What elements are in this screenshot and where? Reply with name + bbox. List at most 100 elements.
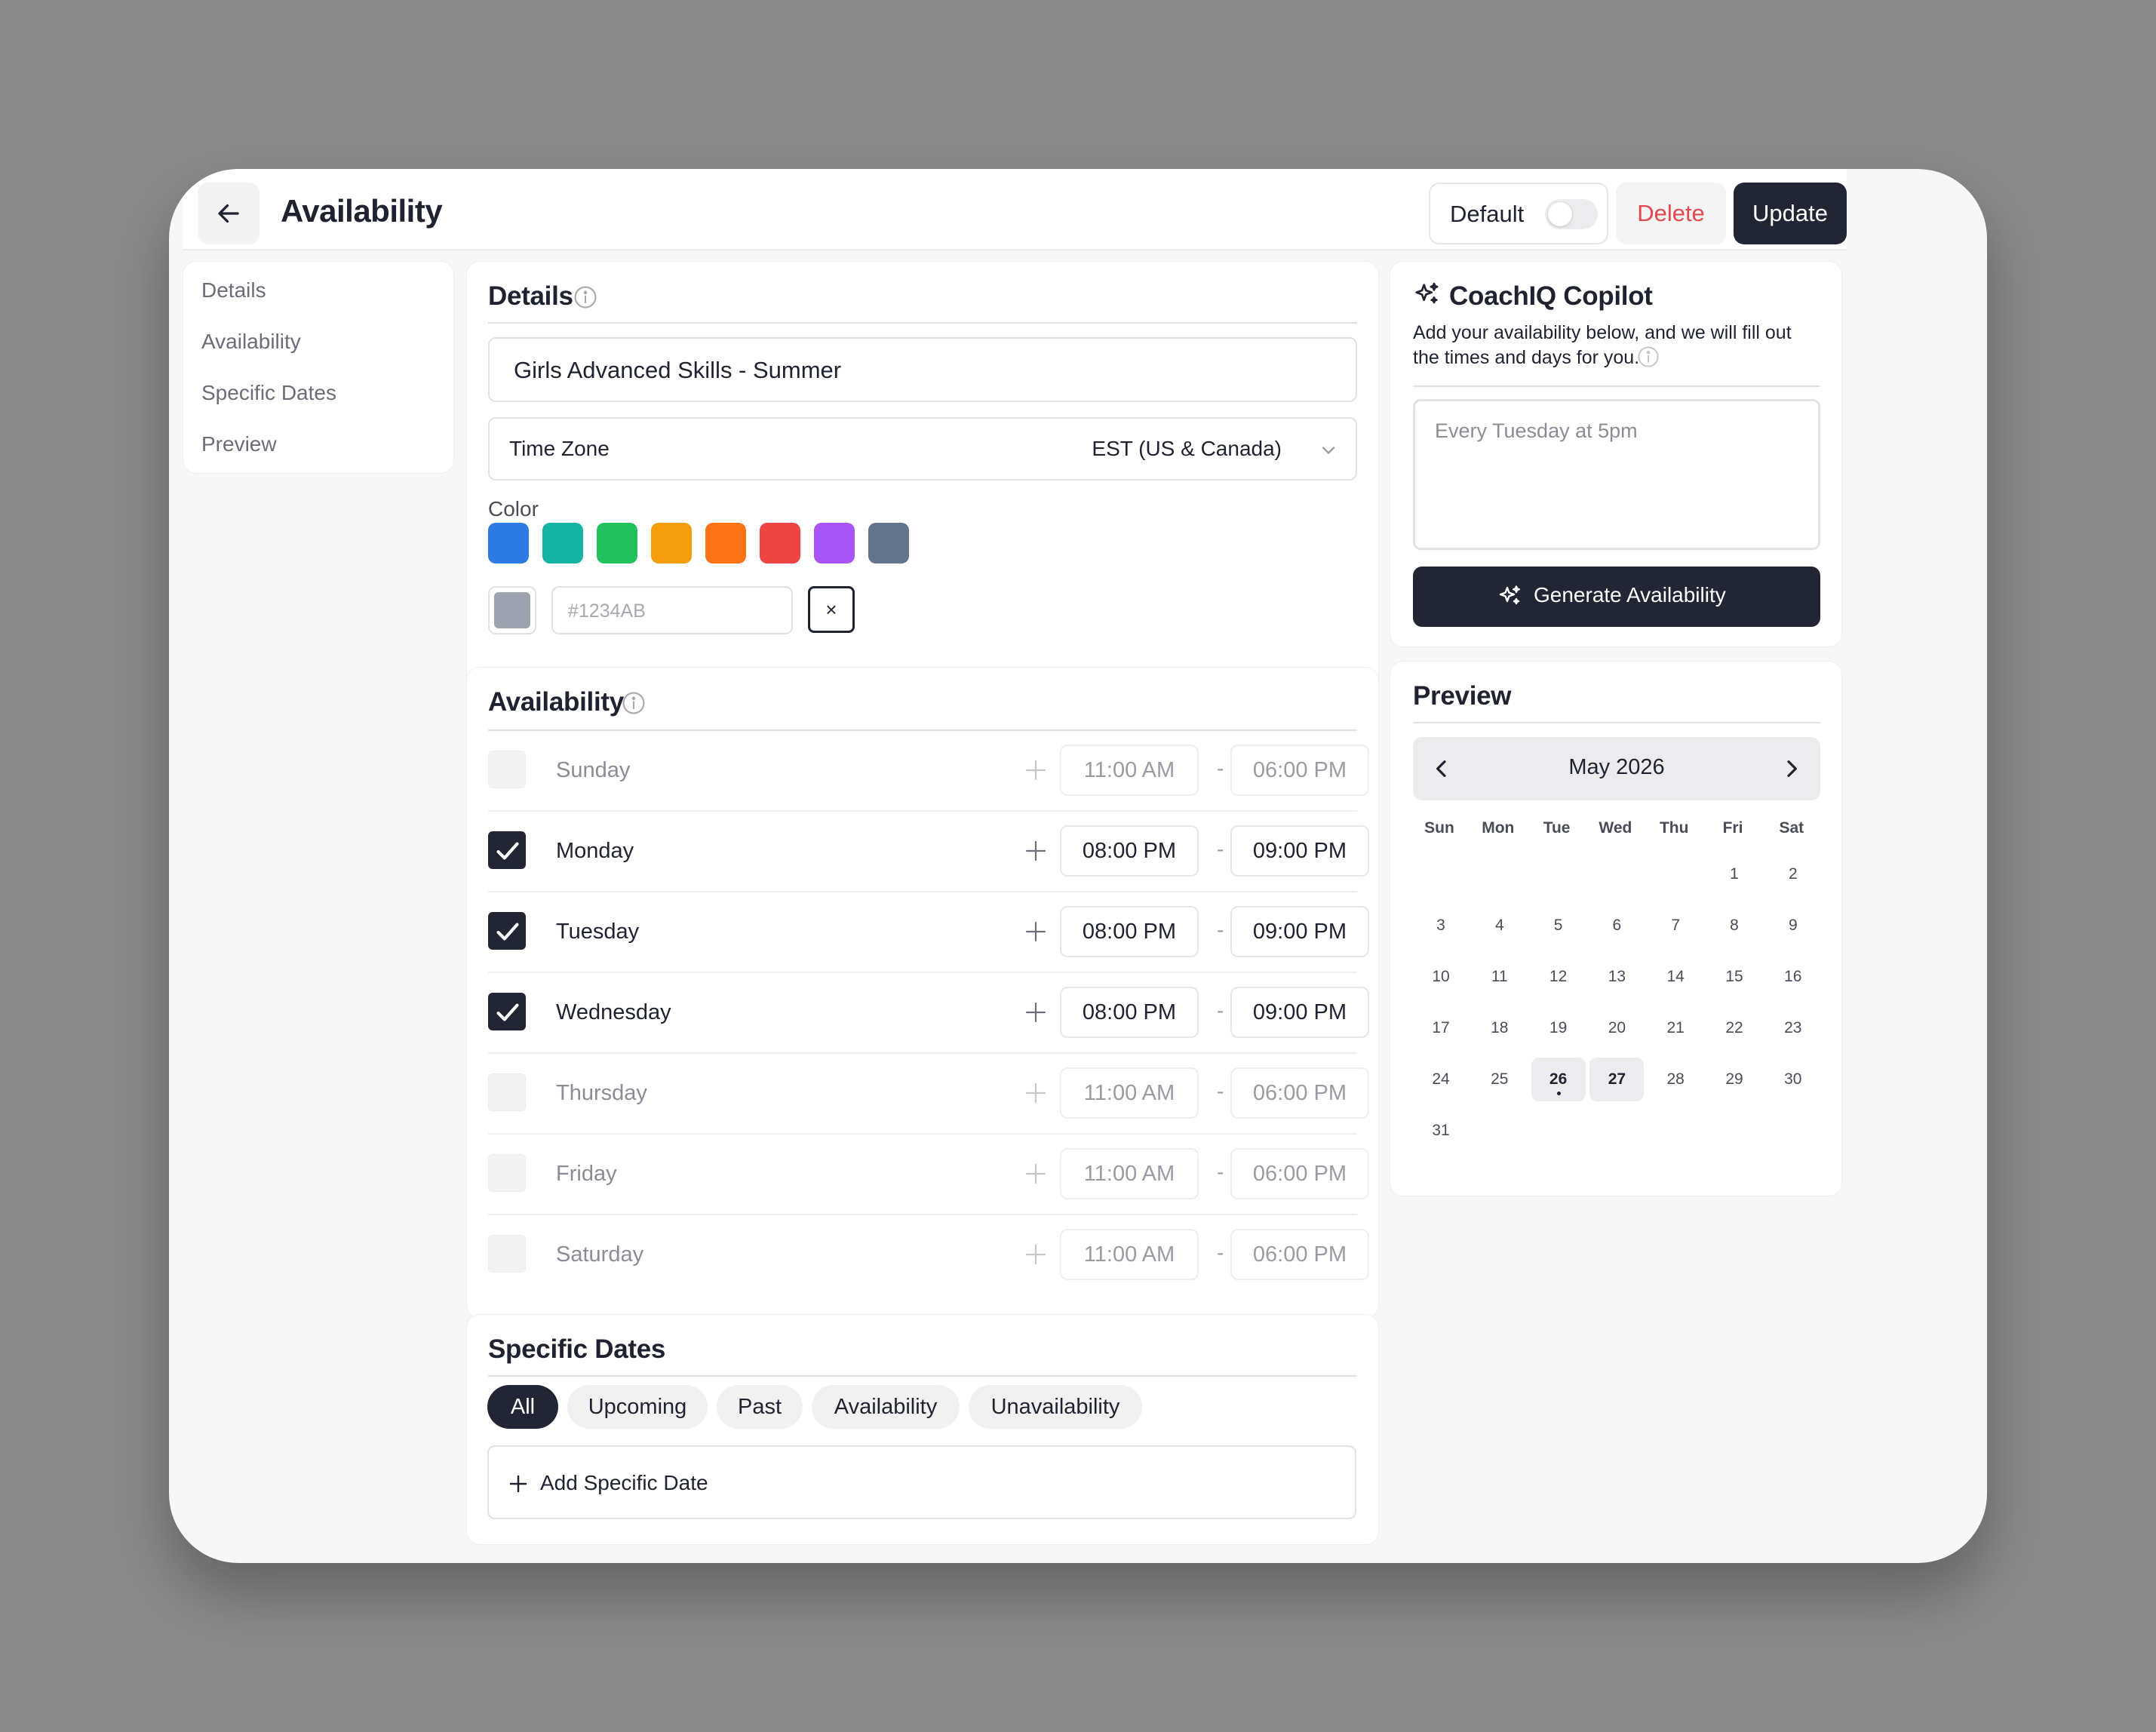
calendar-day[interactable]: 11 [1473,955,1527,999]
nav-item-availability[interactable]: Availability [201,330,301,354]
filter-chip-all[interactable]: All [487,1385,558,1429]
divider [1413,722,1820,723]
add-time-slot-button[interactable] [1024,839,1048,863]
calendar-day[interactable]: 14 [1648,955,1703,999]
start-time-input[interactable]: 11:00 AM [1060,745,1199,796]
day-checkbox[interactable] [488,1154,526,1192]
calendar-day[interactable]: 24 [1414,1058,1468,1101]
add-specific-date-button[interactable]: Add Specific Date [487,1445,1356,1519]
clear-color-button[interactable]: × [808,586,855,633]
copilot-prompt-textarea[interactable]: Every Tuesday at 5pm [1413,399,1820,550]
end-time-input[interactable]: 06:00 PM [1230,745,1369,796]
delete-button[interactable]: Delete [1616,183,1726,244]
add-time-slot-button[interactable] [1024,758,1048,782]
day-checkbox[interactable] [488,751,526,788]
end-time-input[interactable]: 06:00 PM [1230,1229,1369,1280]
calendar-day[interactable]: 18 [1473,1006,1527,1050]
color-swatch-amber[interactable] [651,523,692,564]
back-button[interactable] [198,183,260,244]
default-toggle[interactable] [1545,199,1598,229]
calendar-day[interactable]: 3 [1414,904,1468,947]
chevron-right-icon[interactable] [1780,757,1804,781]
calendar-day[interactable]: 19 [1531,1006,1586,1050]
calendar-day[interactable]: 10 [1414,955,1468,999]
plus-icon [1025,921,1046,942]
color-swatch-green[interactable] [597,523,637,564]
calendar-day[interactable]: 30 [1766,1058,1820,1101]
filter-chip-availability[interactable]: Availability [812,1385,960,1429]
color-swatch-blue[interactable] [488,523,529,564]
calendar-day[interactable]: 4 [1473,904,1527,947]
calendar-day[interactable]: 16 [1766,955,1820,999]
custom-color-preview[interactable] [488,586,536,634]
start-time-input[interactable]: 08:00 PM [1060,906,1199,957]
filter-chip-unavailability[interactable]: Unavailability [969,1385,1142,1429]
calendar-day[interactable]: 9 [1766,904,1820,947]
info-icon[interactable] [621,690,646,716]
calendar-day-number: 23 [1784,1019,1802,1036]
day-checkbox[interactable] [488,831,526,869]
calendar-day[interactable]: 29 [1707,1058,1761,1101]
calendar-day[interactable]: 28 [1648,1058,1703,1101]
end-time-input[interactable]: 09:00 PM [1230,906,1369,957]
add-time-slot-button[interactable] [1024,1000,1048,1024]
color-swatch-orange[interactable] [705,523,746,564]
update-button[interactable]: Update [1734,183,1847,244]
calendar-day[interactable]: 20 [1589,1006,1644,1050]
calendar-day[interactable]: 8 [1707,904,1761,947]
add-time-slot-button[interactable] [1024,1162,1048,1186]
add-time-slot-button[interactable] [1024,920,1048,944]
calendar-day-number: 31 [1432,1122,1450,1139]
timezone-select[interactable]: Time Zone EST (US & Canada) [488,417,1357,481]
day-checkbox[interactable] [488,912,526,950]
calendar-day[interactable]: 15 [1707,955,1761,999]
calendar-day-number: 22 [1725,1019,1743,1036]
day-checkbox[interactable] [488,993,526,1030]
add-time-slot-button[interactable] [1024,1242,1048,1267]
calendar-day[interactable]: 27 [1589,1058,1645,1101]
hex-color-input[interactable]: #1234AB [551,586,793,634]
color-swatch-purple[interactable] [814,523,855,564]
calendar-day[interactable]: 6 [1589,904,1644,947]
calendar-day[interactable]: 2 [1766,852,1820,896]
info-icon[interactable] [1636,345,1660,369]
calendar-weekday: Sun [1424,819,1454,837]
nav-item-details[interactable]: Details [201,278,266,302]
end-time-input[interactable]: 06:00 PM [1230,1148,1369,1199]
calendar-day[interactable]: 1 [1707,852,1761,896]
calendar-day[interactable]: 13 [1589,955,1644,999]
filter-chip-past[interactable]: Past [717,1385,803,1429]
info-icon[interactable] [573,284,598,310]
start-time-input[interactable]: 11:00 AM [1060,1067,1199,1119]
end-time-input[interactable]: 09:00 PM [1230,825,1369,877]
calendar-day[interactable]: 26 [1531,1058,1586,1101]
filter-chip-upcoming[interactable]: Upcoming [567,1385,708,1429]
end-time-input[interactable]: 06:00 PM [1230,1067,1369,1119]
calendar-day[interactable]: 21 [1648,1006,1703,1050]
day-checkbox[interactable] [488,1073,526,1111]
nav-item-specific-dates[interactable]: Specific Dates [201,381,336,405]
start-time-input[interactable]: 08:00 PM [1060,825,1199,877]
schedule-name-input[interactable]: Girls Advanced Skills - Summer [488,337,1357,402]
calendar-day[interactable]: 31 [1414,1109,1468,1153]
start-time-input[interactable]: 11:00 AM [1060,1229,1199,1280]
add-time-slot-button[interactable] [1024,1081,1048,1105]
generate-availability-button[interactable]: Generate Availability [1413,567,1820,627]
calendar-day[interactable]: 25 [1473,1058,1527,1101]
color-swatch-teal[interactable] [542,523,583,564]
day-checkbox[interactable] [488,1235,526,1273]
end-time-input[interactable]: 09:00 PM [1230,987,1369,1038]
nav-item-preview[interactable]: Preview [201,432,277,456]
calendar-day[interactable]: 12 [1531,955,1586,999]
calendar-day[interactable]: 23 [1766,1006,1820,1050]
calendar-day[interactable]: 17 [1414,1006,1468,1050]
calendar-day[interactable]: 5 [1531,904,1586,947]
start-time-input[interactable]: 08:00 PM [1060,987,1199,1038]
color-swatch-red[interactable] [760,523,800,564]
calendar-day-number: 19 [1549,1019,1568,1036]
color-swatch-slate[interactable] [868,523,909,564]
start-time-input[interactable]: 11:00 AM [1060,1148,1199,1199]
time-separator: - [1217,1160,1224,1184]
calendar-day[interactable]: 7 [1648,904,1703,947]
calendar-day[interactable]: 22 [1707,1006,1761,1050]
